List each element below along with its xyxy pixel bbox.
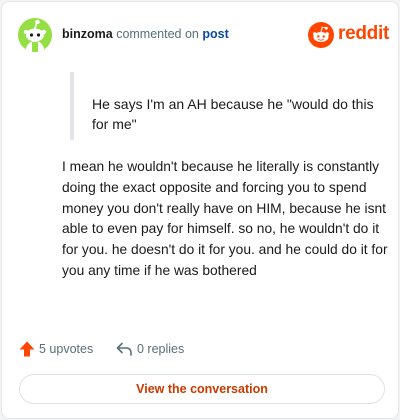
reddit-brand[interactable]: reddit	[308, 22, 389, 48]
comment-body: I mean he wouldn't because he literally …	[62, 159, 388, 278]
comment-footer: 5 upvotes 0 replies	[18, 339, 384, 359]
reddit-wordmark: reddit	[338, 23, 389, 44]
quoted-text: He says I'm an AH because he "would do t…	[70, 72, 380, 140]
post-link[interactable]: post	[202, 27, 228, 41]
comment-byline: binzoma commented on post	[62, 27, 229, 41]
comment-header: binzoma commented on post reddit	[18, 18, 389, 52]
reply-icon	[116, 342, 132, 356]
snoo-avatar-icon	[18, 18, 52, 52]
embedded-comment-card: binzoma commented on post reddit He says…	[1, 1, 399, 419]
action-text: commented on	[116, 27, 199, 41]
view-conversation-button[interactable]: View the conversation	[19, 374, 385, 404]
replies-label: 0 replies	[137, 342, 185, 356]
reddit-logo-icon	[308, 22, 334, 48]
username-link[interactable]: binzoma	[62, 27, 113, 41]
upvote-arrow-icon	[19, 341, 35, 357]
avatar[interactable]	[18, 18, 52, 52]
upvotes-label: 5 upvotes	[39, 342, 94, 356]
